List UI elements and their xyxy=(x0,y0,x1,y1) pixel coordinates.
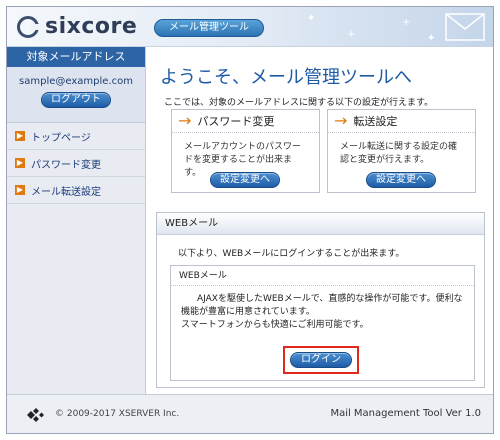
card-header: → 転送設定 xyxy=(328,110,475,133)
forwarding-card: → 転送設定 メール転送に関する設定の確認と変更が行えます。 設定変更へ xyxy=(327,109,476,193)
sidebar-item-label: トップページ xyxy=(31,132,91,144)
webmail-description: AJAXを駆使したWEBメールで、直感的な操作が可能です。便利な機能が豊富に用意… xyxy=(181,294,463,317)
copyright-text: © 2009-2017 XSERVER Inc. xyxy=(55,409,180,419)
arrow-right-icon: → xyxy=(334,111,348,130)
sparkle-icon: ✦ xyxy=(307,13,316,24)
arrow-right-icon: ▶ xyxy=(15,185,25,195)
webmail-box-heading: WEBメール xyxy=(171,266,474,286)
page-title: ようこそ、メール管理ツールへ xyxy=(160,67,412,88)
version-text: Mail Management Tool Ver 1.0 xyxy=(330,408,481,419)
webmail-section: WEBメール 以下より、WEBメールにログインすることが出来ます。 WEBメール… xyxy=(156,212,485,388)
envelope-icon xyxy=(445,13,485,41)
logout-button[interactable]: ログアウト xyxy=(41,92,111,108)
password-settings-button[interactable]: 設定変更へ xyxy=(210,172,280,188)
password-change-card: → パスワード変更 メールアカウントのパスワードを変更することが出来ます。 設定… xyxy=(171,109,320,193)
webmail-box: WEBメール AJAXを駆使したWEBメールで、直感的な操作が可能です。便利な機… xyxy=(170,265,475,381)
sidebar-item-mail-forwarding[interactable]: ▶ メール転送設定 xyxy=(7,177,145,204)
logo-text: sixcore xyxy=(45,14,138,39)
arrow-right-icon: ▶ xyxy=(15,131,25,141)
webmail-smartphone-note: スマートフォンからも快適にご利用可能です。 xyxy=(181,320,369,330)
sidebar: 対象メールアドレス sample@example.com ログアウト ▶ トップ… xyxy=(7,47,146,394)
arrow-right-icon: ▶ xyxy=(15,158,25,168)
diamond-logo-icon xyxy=(27,408,44,422)
sparkle-icon: + xyxy=(402,17,411,28)
login-highlight: ログイン xyxy=(283,346,359,374)
sidebar-heading: 対象メールアドレス xyxy=(7,47,145,67)
app-window: sixcore メール管理ツール ✦ + + ✦ 対象メールアドレス sampl… xyxy=(6,6,494,434)
forwarding-settings-button[interactable]: 設定変更へ xyxy=(366,172,436,188)
sidebar-item-top-page[interactable]: ▶ トップページ xyxy=(7,123,145,150)
footer: © 2009-2017 XSERVER Inc. Mail Management… xyxy=(7,394,493,433)
arrow-right-icon: → xyxy=(178,111,192,130)
sidebar-item-label: パスワード変更 xyxy=(31,159,101,171)
card-title: 転送設定 xyxy=(353,115,398,128)
user-email: sample@example.com xyxy=(19,76,133,87)
user-panel: sample@example.com ログアウト xyxy=(7,67,145,123)
sixcore-logo: sixcore xyxy=(17,15,137,39)
sixcore-logo-icon xyxy=(17,16,39,38)
intro-text: ここでは、対象のメールアドレスに関する以下の設定が行えます。 xyxy=(164,98,434,108)
card-header: → パスワード変更 xyxy=(172,110,319,133)
section-heading: WEBメール xyxy=(157,213,484,235)
sparkle-icon: + xyxy=(347,29,356,40)
card-description: メール転送に関する設定の確認と変更が行えます。 xyxy=(340,142,458,165)
card-title: パスワード変更 xyxy=(197,115,275,128)
main-content: ようこそ、メール管理ツールへ ここでは、対象のメールアドレスに関する以下の設定が… xyxy=(147,47,493,394)
header: sixcore メール管理ツール ✦ + + ✦ xyxy=(7,7,493,47)
login-button[interactable]: ログイン xyxy=(290,352,352,368)
section-description: 以下より、WEBメールにログインすることが出来ます。 xyxy=(178,249,405,259)
app-name-badge: メール管理ツール xyxy=(154,19,264,37)
sidebar-item-label: メール転送設定 xyxy=(31,186,101,198)
sparkle-icon: ✦ xyxy=(427,33,436,44)
sidebar-item-password-change[interactable]: ▶ パスワード変更 xyxy=(7,150,145,177)
